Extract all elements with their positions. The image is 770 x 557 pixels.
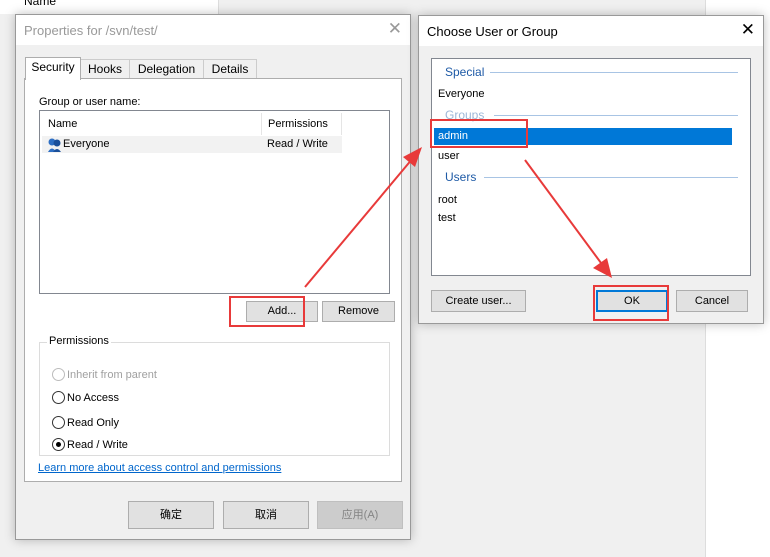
- arrowhead-icon: [593, 258, 612, 278]
- arrowhead-icon: [403, 147, 422, 167]
- tab-security[interactable]: Security: [25, 57, 81, 80]
- annotation-arrows: [304, 147, 612, 288]
